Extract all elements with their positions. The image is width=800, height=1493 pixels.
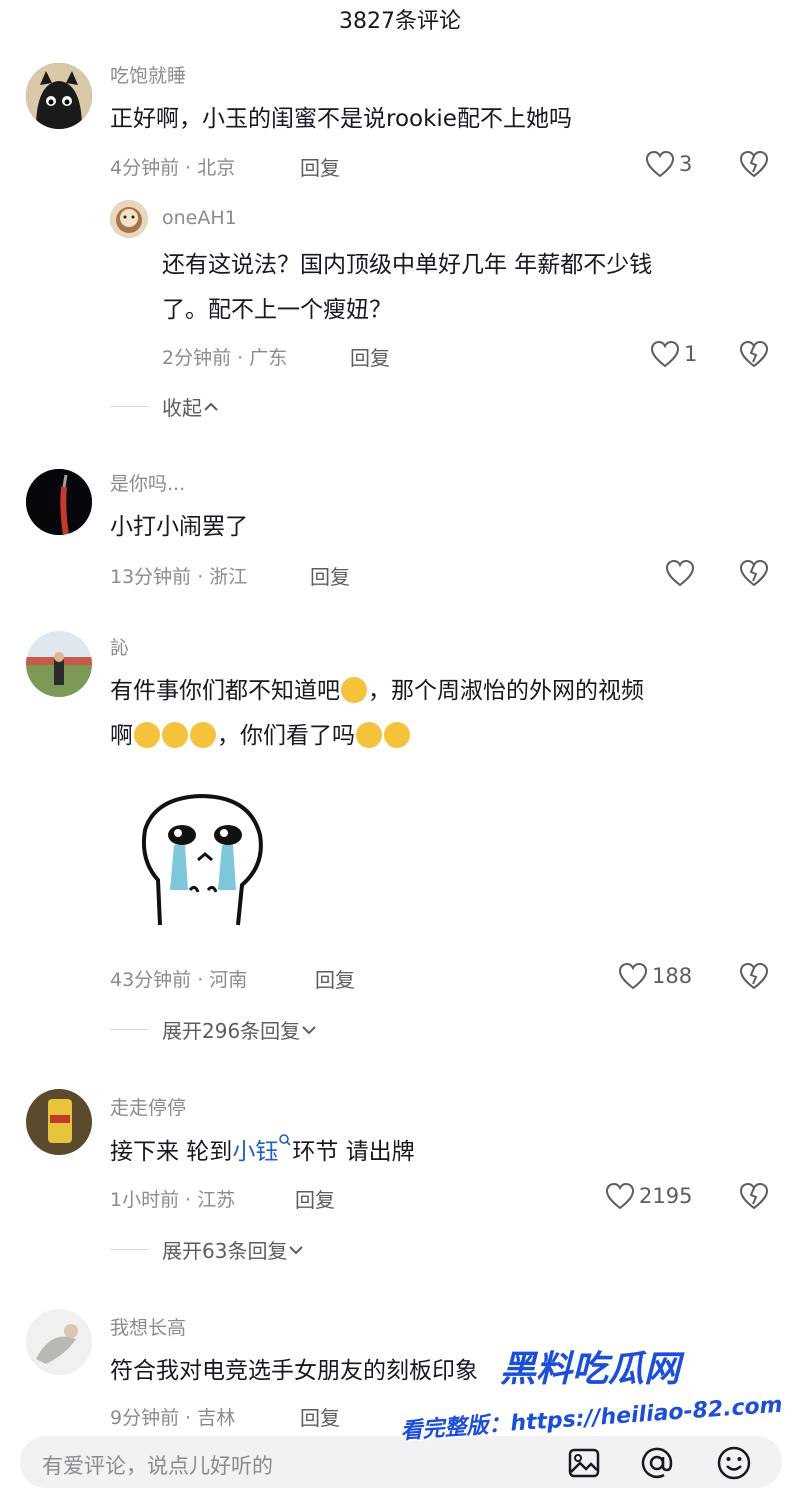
broken-heart-icon <box>739 559 769 587</box>
search-icon[interactable] <box>278 1133 292 1147</box>
heart-icon <box>665 559 695 587</box>
username[interactable]: 訫 <box>110 633 129 660</box>
image-icon[interactable] <box>567 1446 601 1480</box>
reply-button[interactable]: 回复 <box>295 1184 335 1213</box>
comment-text-segment: 接下来 轮到 <box>110 1139 233 1165</box>
comment-item: 走走停停 接下来 轮到小钰 环节 请出牌 1小时前 · 江苏 回复 2195 展开… <box>0 1085 800 1275</box>
comment-input-placeholder: 有爱评论，说点儿好听的 <box>42 1454 273 1478</box>
crying-laughing-emoji-icon <box>134 722 160 748</box>
reply-button[interactable]: 回复 <box>310 561 350 590</box>
divider <box>110 1249 148 1250</box>
reply-button[interactable]: 回复 <box>300 152 340 181</box>
username[interactable]: 走走停停 <box>110 1093 186 1120</box>
dislike-button[interactable] <box>738 559 770 591</box>
comment-text-segment: 啊 <box>110 723 133 749</box>
at-icon[interactable] <box>639 1445 675 1481</box>
comment-text-segment: 环节 请出牌 <box>292 1139 415 1165</box>
time-location: 43分钟前 · 河南 <box>110 969 248 991</box>
dislike-button[interactable] <box>738 1182 770 1214</box>
time-location: 13分钟前 · 浙江 <box>110 566 248 588</box>
like-button[interactable]: 2195 <box>605 1182 692 1210</box>
comment-input-bar: 有爱评论，说点儿好听的 <box>0 1430 800 1493</box>
crying-laughing-emoji-icon <box>162 722 188 748</box>
comment-text: 符合我对电竞选手女朋友的刻板印象 <box>110 1358 478 1384</box>
reply-button[interactable]: 回复 <box>350 342 390 371</box>
time-location: 1小时前 · 江苏 <box>110 1189 236 1211</box>
collapse-label: 收起 <box>162 396 202 420</box>
dislike-button[interactable] <box>738 150 770 182</box>
divider <box>110 1029 148 1030</box>
comment-text-line: 接下来 轮到小钰 环节 请出牌 <box>110 1133 415 1170</box>
dislike-button[interactable] <box>738 340 770 372</box>
expand-label: 展开63条回复 <box>162 1239 288 1263</box>
avatar[interactable] <box>110 200 148 238</box>
heart-icon <box>645 150 675 178</box>
broken-heart-icon <box>739 1182 769 1210</box>
username[interactable]: 我想长高 <box>110 1313 186 1340</box>
like-button[interactable]: 1 <box>650 340 697 368</box>
time-location: 2分钟前 · 广东 <box>162 347 288 369</box>
avatar[interactable] <box>26 1089 92 1155</box>
time-location: 9分钟前 · 吉林 <box>110 1407 236 1429</box>
dislike-button[interactable] <box>738 962 770 994</box>
smile-icon[interactable] <box>716 1445 752 1481</box>
chevron-down-icon <box>302 1025 316 1034</box>
comment-text: 小打小闹罢了 <box>110 514 248 540</box>
comment-text-line: 有件事你们都不知道吧 ，那个周淑怡的外网的视频 <box>110 673 644 709</box>
like-count: 1 <box>684 342 698 366</box>
expand-label: 展开296条回复 <box>162 1019 301 1043</box>
avatar[interactable] <box>26 1309 92 1375</box>
chevron-down-icon <box>289 1245 304 1254</box>
comment-item: 是你吗... 小打小闹罢了 13分钟前 · 浙江 回复 <box>0 465 800 605</box>
reply-text-line: 还有这说法？国内顶级中单好几年 年薪都不少钱 <box>162 252 653 278</box>
like-count: 3 <box>679 152 693 176</box>
broken-heart-icon <box>739 962 769 990</box>
heart-icon <box>618 962 648 990</box>
reply-button[interactable]: 回复 <box>300 1402 340 1430</box>
broken-heart-icon <box>739 340 769 368</box>
avatar[interactable] <box>26 63 92 129</box>
shushing-emoji-icon <box>384 722 410 748</box>
like-count: 188 <box>652 964 693 988</box>
comment-item: 吃饱就睡 正好啊，小玉的闺蜜不是说rookie配不上她吗 4分钟前 · 北京 回… <box>0 55 800 435</box>
like-button[interactable] <box>665 559 699 587</box>
expand-replies-button[interactable]: 展开296条回复 <box>110 1015 318 1044</box>
like-button[interactable]: 188 <box>618 962 692 990</box>
collapse-replies-button[interactable]: 收起 <box>110 392 220 421</box>
comment-item: 我想长高 符合我对电竞选手女朋友的刻板印象 9分钟前 · 吉林 回复 <box>0 1305 800 1430</box>
divider <box>110 406 148 407</box>
comment-text-segment: ，那个周淑怡的外网的视频 <box>368 678 644 704</box>
username[interactable]: 是你吗... <box>110 469 185 496</box>
shushing-emoji-icon <box>356 722 382 748</box>
expand-replies-button[interactable]: 展开63条回复 <box>110 1235 305 1264</box>
comment-input[interactable]: 有爱评论，说点儿好听的 <box>20 1436 782 1488</box>
comment-text-segment: ，你们看了吗 <box>217 723 355 749</box>
chevron-up-icon <box>204 402 218 411</box>
broken-heart-icon <box>739 150 769 178</box>
reply-text-line: 了。配不上一个瘦妞？ <box>162 297 392 323</box>
search-link[interactable]: 小钰 <box>232 1139 278 1165</box>
comment-text-segment: 有件事你们都不知道吧 <box>110 678 340 704</box>
avatar[interactable] <box>26 631 92 697</box>
thinking-emoji-icon <box>341 677 367 703</box>
comment-text-line: 啊 ，你们看了吗 <box>110 718 411 754</box>
like-count: 2195 <box>639 1184 693 1208</box>
time-location: 4分钟前 · 北京 <box>110 157 236 179</box>
username[interactable]: 吃饱就睡 <box>110 61 186 88</box>
crying-laughing-emoji-icon <box>190 722 216 748</box>
comments-count-title: 3827条评论 <box>339 9 461 34</box>
comment-text: 正好啊，小玉的闺蜜不是说rookie配不上她吗 <box>110 106 572 132</box>
username[interactable]: oneAH1 <box>162 207 237 229</box>
like-button[interactable]: 3 <box>645 150 692 178</box>
reply-button[interactable]: 回复 <box>315 964 355 993</box>
avatar[interactable] <box>26 469 92 535</box>
heart-icon <box>650 340 680 368</box>
heart-icon <box>605 1182 635 1210</box>
comment-item: 訫 有件事你们都不知道吧 ，那个周淑怡的外网的视频 啊 ，你们看了吗 43分钟前 ·… <box>0 625 800 1045</box>
sticker-image[interactable] <box>130 790 280 930</box>
